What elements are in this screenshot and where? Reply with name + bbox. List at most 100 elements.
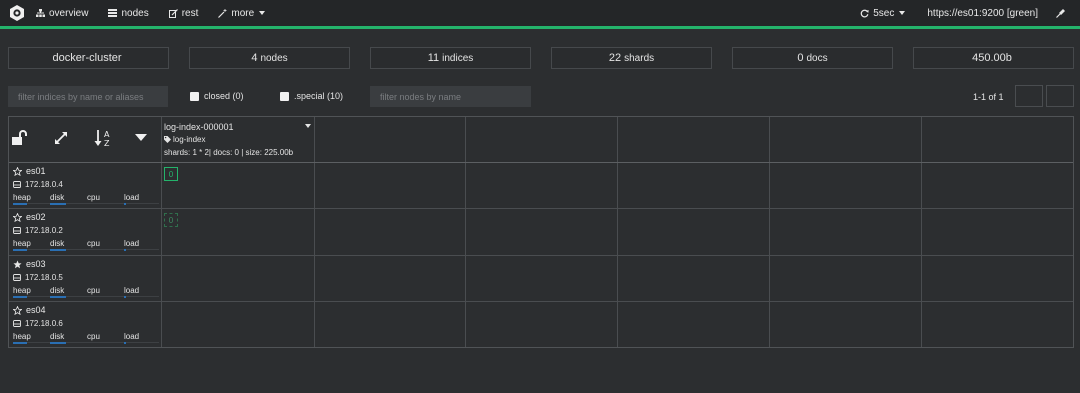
node-ip-label: 172.18.0.4 [25, 180, 63, 189]
star-outline-icon [13, 166, 22, 176]
cluster-health-bar [0, 26, 1080, 29]
index-name[interactable]: log-index-000001 [164, 122, 314, 132]
shards-count: 22 [608, 52, 622, 64]
checkbox-box[interactable] [190, 91, 199, 101]
nav-nodes-label: nodes [121, 7, 149, 19]
svg-text:A: A [104, 130, 110, 139]
checkbox-box[interactable] [280, 91, 289, 101]
refresh-interval-dropdown[interactable]: 5sec [860, 8, 906, 19]
svg-text:Z: Z [104, 139, 110, 148]
load-metric: load [124, 286, 139, 298]
primary-shard[interactable]: 0 [164, 167, 178, 181]
server-icon [108, 9, 118, 17]
refresh-icon [860, 9, 870, 17]
node-name[interactable]: es03 [13, 259, 161, 269]
docs-count-box: 0 docs [732, 47, 893, 69]
pager-text: 1-1 of 1 [973, 92, 1004, 102]
chevron-down-icon [259, 11, 266, 15]
node-name[interactable]: es04 [13, 305, 161, 315]
index-info: shards: 1 * 2| docs: 0 | size: 225.00b [164, 148, 294, 157]
grid-divider [314, 117, 315, 347]
closed-indices-label: closed (0) [204, 91, 244, 101]
nav-rest[interactable]: rest [168, 7, 199, 19]
node-metrics: heap disk cpu load [13, 193, 161, 205]
node-ip-label: 172.18.0.5 [25, 273, 63, 282]
node-row: es01 172.18.0.4 heap disk cpu load [13, 166, 161, 205]
cluster-overview-grid: AZ log-index-000001 log-index shards: 1 … [8, 116, 1074, 348]
cpu-metric: cpu [87, 286, 100, 295]
index-header[interactable]: log-index-000001 log-index shards: 1 * 2… [164, 122, 314, 157]
next-page-button[interactable] [1046, 85, 1074, 107]
nav-overview[interactable]: overview [36, 8, 88, 19]
total-size: 450.00b [972, 52, 1012, 64]
load-metric: load [124, 193, 139, 205]
star-outline-icon [13, 305, 22, 315]
nodes-count: 4 [251, 52, 258, 64]
chevron-down-icon[interactable] [134, 131, 148, 145]
disconnect-button[interactable] [1056, 8, 1070, 18]
heap-metric: heap [13, 332, 31, 344]
cpu-metric: cpu [87, 193, 100, 202]
grid-divider [9, 208, 1073, 209]
indices-count-box: 11 indices [370, 47, 531, 69]
node-ip: 172.18.0.5 [13, 273, 161, 282]
node-row: es04 172.18.0.6 heap disk cpu load [13, 305, 161, 344]
prev-page-button[interactable] [1015, 85, 1043, 107]
node-row: es02 172.18.0.2 heap disk cpu load [13, 212, 161, 251]
heap-metric: heap [13, 286, 31, 298]
closed-indices-checkbox[interactable]: closed (0) [190, 91, 244, 101]
metric-track [13, 203, 159, 204]
hdd-icon [13, 320, 21, 327]
special-indices-checkbox[interactable]: .special (10) [280, 91, 343, 101]
unlock-icon[interactable] [11, 129, 29, 147]
node-metrics: heap disk cpu load [13, 332, 161, 344]
load-metric: load [124, 332, 139, 344]
grid-divider [465, 117, 466, 347]
shards-count-box: 22 shards [551, 47, 712, 69]
grid-divider [9, 301, 1073, 302]
indices-count-label: indices [442, 52, 474, 64]
plug-icon [1056, 9, 1065, 18]
nodes-count-box: 4 nodes [189, 47, 350, 69]
cpu-metric: cpu [87, 239, 100, 248]
cluster-url-label: https://es01:9200 [green] [927, 7, 1038, 19]
filter-indices-input[interactable] [8, 86, 168, 107]
index-menu-chevron-icon[interactable] [305, 124, 311, 128]
hdd-icon [13, 181, 21, 188]
node-ip-label: 172.18.0.2 [25, 226, 63, 235]
sort-alpha-icon[interactable]: AZ [93, 127, 115, 149]
node-ip: 172.18.0.4 [13, 180, 161, 189]
star-outline-icon [13, 212, 22, 222]
chevron-down-icon [899, 11, 906, 15]
cluster-url[interactable]: https://es01:9200 [green] [927, 8, 1038, 19]
node-name[interactable]: es02 [13, 212, 161, 222]
grid-divider [161, 117, 162, 347]
grid-divider [769, 117, 770, 347]
node-name-label: es03 [26, 259, 46, 269]
nav-more-dropdown[interactable]: more [218, 7, 266, 19]
nav-rest-label: rest [181, 7, 199, 19]
docs-count-label: docs [806, 52, 828, 64]
node-metrics: heap disk cpu load [13, 286, 161, 298]
index-alias: log-index [164, 135, 314, 144]
load-metric: load [124, 239, 139, 251]
edit-icon [168, 8, 178, 18]
disk-metric: disk [50, 286, 66, 298]
expand-icon[interactable] [52, 129, 70, 147]
hdd-icon [13, 274, 21, 281]
grid-divider [617, 117, 618, 347]
top-navbar: overview nodes rest more 5sec https://es… [0, 0, 1080, 26]
cerebro-logo-icon[interactable] [8, 4, 26, 22]
cluster-name-box: docker-cluster [8, 47, 169, 69]
replica-shard[interactable]: 0 [164, 213, 178, 227]
star-filled-icon [13, 260, 22, 268]
nav-nodes[interactable]: nodes [108, 7, 149, 19]
metric-track [13, 296, 159, 297]
node-ip-label: 172.18.0.6 [25, 319, 63, 328]
node-name-label: es02 [26, 212, 46, 222]
grid-divider [9, 162, 1073, 163]
sitemap-icon [36, 9, 45, 17]
node-name[interactable]: es01 [13, 166, 161, 176]
filter-nodes-input[interactable] [370, 86, 531, 107]
nav-more-label: more [231, 7, 255, 19]
